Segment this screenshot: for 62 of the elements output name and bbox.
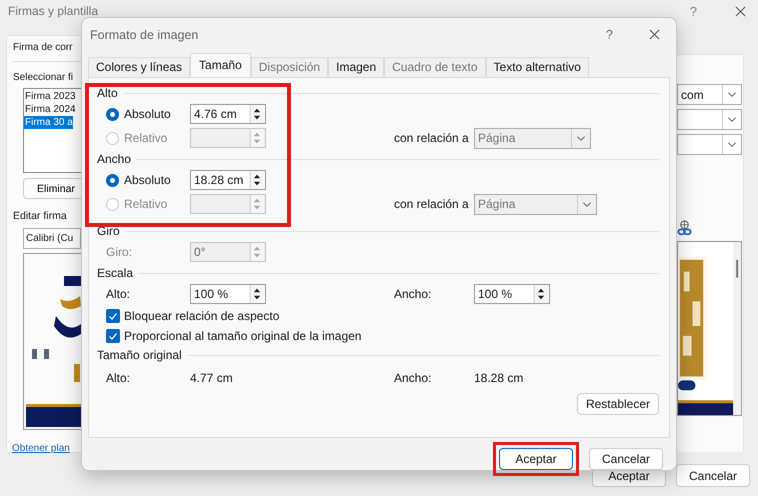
help-button[interactable]: ? [606,27,613,42]
tab[interactable]: Texto alternativo [486,57,589,77]
tab[interactable]: Colores y líneas [88,57,190,77]
list-item[interactable]: Firma 2024 [24,103,76,116]
dialog-button[interactable]: Aceptar [499,448,573,470]
checkbox[interactable] [106,309,120,323]
field-label: Ancho: [394,371,432,385]
radio-label: Relativo [124,197,168,211]
window-title: Firmas y plantilla [8,4,98,18]
dialog-button[interactable]: Cancelar [676,464,750,487]
dropdown[interactable] [677,109,742,130]
dropdown[interactable]: Calibri (Cu [23,228,81,249]
group-title: Tamaño original [97,348,182,362]
checkbox-label: Proporcional al tamaño original de la imagen [124,329,362,343]
spin-arrows-icon[interactable] [249,171,265,189]
spin-field[interactable] [190,194,266,214]
close-icon[interactable] [649,29,660,40]
field-label: con relación a [394,131,470,145]
close-icon[interactable] [735,6,746,16]
group-title: Giro [97,224,120,238]
spin-arrows-icon[interactable] [249,285,265,303]
dropdown[interactable]: com [677,84,742,105]
dropdown[interactable]: Página [474,128,591,148]
radio-label: Absoluto [124,107,171,121]
spin-arrows-icon[interactable] [249,105,265,123]
field-label: Giro: [106,245,134,259]
list-item[interactable]: Firma 30 a [24,116,73,129]
group-title: Alto [97,86,118,100]
dialog-title: Formato de imagen [90,28,198,42]
signature-list[interactable]: Firma 2023 Firma 2024 Firma 30 a [23,88,81,173]
group-title: Escala [97,266,134,280]
globe-link-icon[interactable] [677,220,692,237]
radio-button[interactable] [106,108,119,120]
delete-button[interactable]: Eliminar [23,178,81,199]
spin-arrows-icon[interactable] [533,285,549,303]
field-label: con relación a [394,197,470,211]
link[interactable]: Obtener plan [12,443,70,454]
spin-field[interactable]: 100 % [474,284,550,304]
field-value: 4.77 cm [190,371,234,385]
group-title: Ancho [97,152,132,166]
section-label: Seleccionar fi [13,72,74,83]
spin-field[interactable]: 4.76 cm [190,104,266,124]
field-label: Ancho: [394,287,432,301]
checkbox-label: Bloquear relación de aspecto [124,309,280,323]
field-value: 18.28 cm [474,371,524,385]
checkbox[interactable] [106,329,120,343]
tab[interactable]: Tamaño [190,53,251,77]
list-item[interactable]: Firma 2023 [24,90,76,103]
spin-field[interactable] [190,128,266,148]
radio-button[interactable] [106,174,119,186]
dropdown[interactable]: Página [474,194,597,214]
tab[interactable]: Imagen [328,57,384,77]
field-label: Alto: [106,371,132,385]
spin-field[interactable]: 100 % [190,284,266,304]
radio-label: Absoluto [124,173,171,187]
section-label: Editar firma [13,210,68,222]
dropdown[interactable] [677,134,742,155]
reset-button[interactable]: Restablecer [576,393,659,415]
spin-field[interactable]: 18.28 cm [190,170,266,190]
dialog-button[interactable]: Cancelar [589,448,663,470]
radio-label: Relativo [124,131,168,145]
field-label: Alto: [106,287,132,301]
